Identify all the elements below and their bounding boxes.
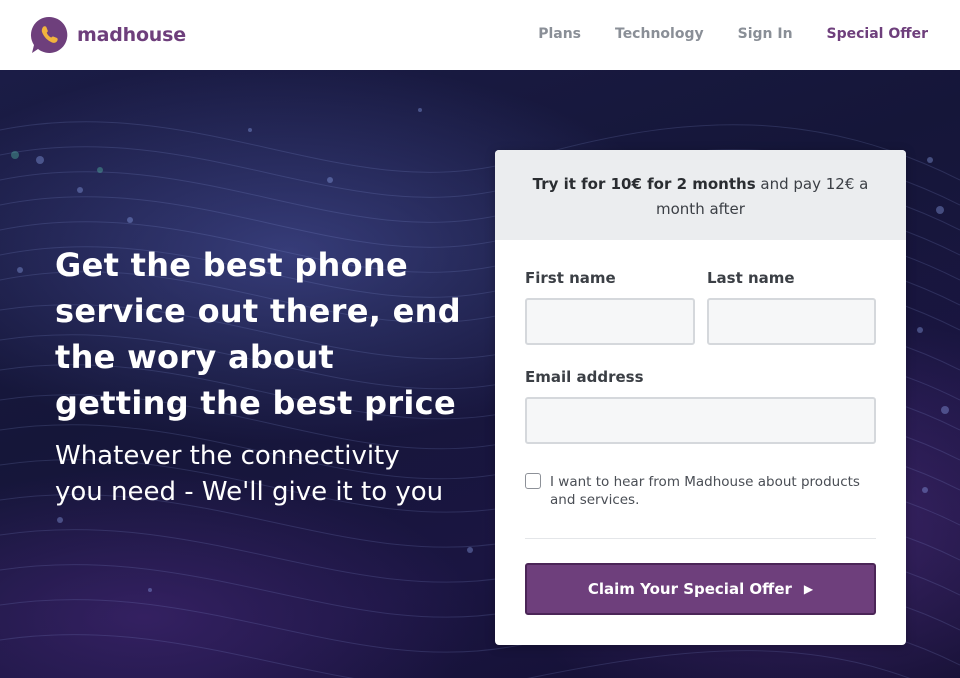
offer-highlight: Try it for 10€ for 2 months — [532, 175, 756, 193]
play-triangle-icon: ▶ — [803, 582, 814, 596]
main-nav: Plans Technology Sign In Special Offer — [504, 26, 928, 42]
offer-banner: Try it for 10€ for 2 months and pay 12€ … — [495, 150, 906, 240]
nav-link-plans[interactable]: Plans — [538, 26, 581, 42]
logo[interactable]: madhouse — [30, 16, 186, 54]
email-input[interactable] — [525, 397, 876, 444]
nav-link-technology[interactable]: Technology — [615, 26, 704, 42]
email-label: Email address — [525, 368, 644, 386]
first-name-input[interactable] — [525, 298, 695, 345]
nav-link-sign-in[interactable]: Sign In — [738, 26, 793, 42]
last-name-input[interactable] — [707, 298, 876, 345]
consent-label: I want to hear from Madhouse about produ… — [550, 474, 860, 508]
nav-link-special-offer[interactable]: Special Offer — [827, 26, 928, 42]
first-name-label: First name — [525, 269, 616, 287]
brand-name: madhouse — [77, 24, 186, 46]
hero-headline: Get the best phone service out there, en… — [55, 246, 461, 422]
phone-chat-bubble-icon — [30, 16, 68, 54]
claim-offer-button[interactable]: Claim Your Special Offer ▶ — [525, 563, 876, 615]
signup-form-card: Try it for 10€ for 2 months and pay 12€ … — [495, 150, 906, 645]
form-divider — [525, 538, 876, 539]
claim-offer-label: Claim Your Special Offer — [587, 580, 792, 598]
site-header: madhouse Plans Technology Sign In Specia… — [0, 0, 960, 70]
hero-section: Get the best phone service out there, en… — [0, 70, 960, 678]
consent-checkbox[interactable] — [525, 473, 541, 489]
hero-subheadline: Whatever the connectivity you need - We'… — [55, 441, 444, 507]
last-name-label: Last name — [707, 269, 795, 287]
